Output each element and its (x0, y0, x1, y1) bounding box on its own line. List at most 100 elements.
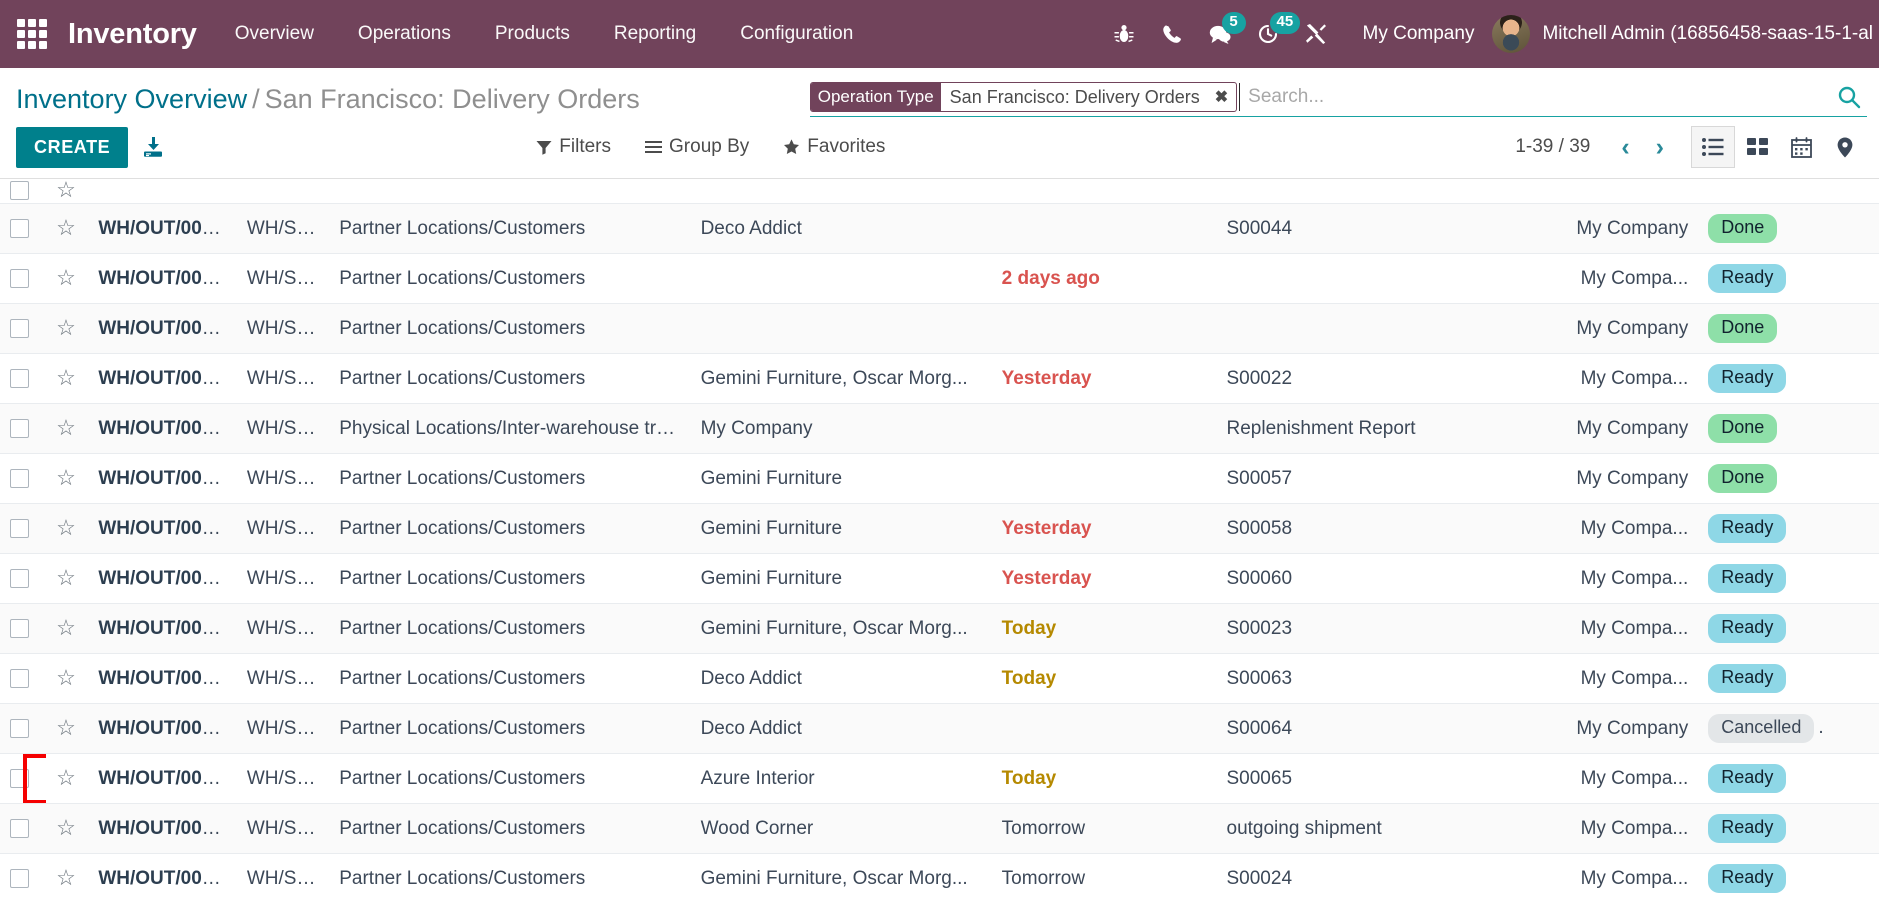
row-checkbox[interactable] (10, 718, 29, 738)
row-star-cell[interactable]: ☆ (46, 853, 89, 901)
filters-dropdown[interactable]: Filters (536, 136, 611, 158)
row-star-cell[interactable]: ☆ (46, 653, 89, 704)
row-checkbox[interactable] (10, 418, 29, 438)
row-reference-cell[interactable]: WH/OUT/00034 (88, 453, 237, 504)
company-switcher[interactable]: My Company (1339, 23, 1493, 45)
menu-reporting[interactable]: Reporting (592, 0, 718, 68)
reference-label[interactable]: WH/OUT/00035 (98, 518, 233, 539)
phone-icon[interactable] (1149, 0, 1195, 68)
reference-label[interactable]: WH/OUT/00033 (98, 418, 233, 439)
star-icon[interactable]: ☆ (56, 866, 76, 889)
favorites-dropdown[interactable]: Favorites (783, 136, 885, 158)
row-reference-cell[interactable]: WH/OUT/00030 (88, 203, 237, 254)
star-icon[interactable]: ☆ (56, 666, 76, 689)
row-star-cell[interactable]: ☆ (46, 753, 89, 804)
table-row[interactable]: ☆ WH/OUT/00016 WH/Stock Partner Locations/C… (0, 853, 1879, 901)
facet-remove-icon[interactable]: ✖ (1207, 83, 1236, 111)
reference-label[interactable]: WH/OUT/00030 (98, 218, 233, 239)
row-reference-cell[interactable]: WH/OUT/00014 (88, 353, 237, 404)
row-star-cell[interactable]: ☆ (46, 203, 89, 254)
table-row[interactable]: ☆ WH/OUT/00035 WH/Stock Partner Locations/C… (0, 503, 1879, 554)
table-row[interactable]: ☆ WH/OUT/00034 WH/Stock Partner Locations/C… (0, 453, 1879, 504)
row-star-cell[interactable]: ☆ (46, 553, 89, 604)
row-checkbox[interactable] (10, 618, 29, 638)
row-reference-cell[interactable]: WH/OUT/00005 (88, 803, 237, 854)
pager-previous-button[interactable]: ‹ (1608, 134, 1642, 160)
star-icon[interactable]: ☆ (56, 366, 76, 389)
user-menu[interactable]: Mitchell Admin (16856458-saas-15-1-al (1492, 15, 1879, 53)
row-checkbox[interactable] (10, 518, 29, 538)
row-checkbox-cell[interactable] (0, 853, 47, 901)
row-checkbox[interactable] (10, 869, 29, 889)
row-checkbox-cell[interactable] (0, 453, 47, 504)
row-reference-cell[interactable]: WH/OUT/00032 (88, 303, 237, 354)
table-row[interactable]: ☆ WH/OUT/00033 WH/Stock Physical Locations/… (0, 403, 1879, 454)
star-icon[interactable]: ☆ (56, 216, 76, 239)
reference-label[interactable]: WH/OUT/00031 (98, 268, 233, 289)
star-icon[interactable]: ☆ (56, 766, 76, 789)
row-star-cell[interactable]: ☆ (46, 603, 89, 654)
row-reference-cell[interactable]: WH/OUT/00031 (88, 253, 237, 304)
create-button[interactable]: CREATE (16, 126, 129, 168)
table-row[interactable]: ☆ WH/OUT/00041 WH/Stock Partner Locations/C… (0, 753, 1879, 804)
row-checkbox-cell[interactable] (0, 803, 47, 854)
bug-icon[interactable] (1101, 0, 1147, 68)
row-checkbox-cell[interactable] (0, 179, 46, 204)
row-star-cell[interactable]: ☆ (46, 403, 89, 454)
calendar-view-button[interactable] (1779, 126, 1823, 168)
row-reference-cell[interactable]: WH/OUT/00016 (88, 853, 237, 901)
reference-label[interactable]: WH/OUT/00014 (98, 368, 233, 389)
reference-label[interactable]: WH/OUT/00032 (98, 318, 233, 339)
star-icon[interactable]: ☆ (56, 266, 76, 289)
star-icon[interactable]: ☆ (56, 466, 76, 489)
search-facet-operation-type[interactable]: Operation Type San Francisco: Delivery O… (809, 82, 1238, 112)
star-icon[interactable]: ☆ (56, 179, 76, 201)
row-checkbox[interactable] (10, 568, 29, 588)
row-checkbox-cell[interactable] (0, 403, 47, 454)
reference-label[interactable]: WH/OUT/00016 (98, 868, 233, 889)
star-icon[interactable]: ☆ (56, 416, 76, 439)
row-checkbox-cell[interactable] (0, 553, 47, 604)
list-view-button[interactable] (1691, 126, 1735, 168)
kanban-view-button[interactable] (1735, 126, 1779, 168)
table-row[interactable]: ☆ WH/OUT/00030 WH/Stock Partner Locations/C… (0, 203, 1879, 254)
row-checkbox-cell[interactable] (0, 653, 47, 704)
row-checkbox[interactable] (10, 318, 29, 338)
groupby-dropdown[interactable]: Group By (645, 136, 749, 158)
reference-label[interactable]: WH/OUT/00034 (98, 468, 233, 489)
reference-label[interactable]: WH/OUT/00037 (98, 568, 233, 589)
table-row-partial-top[interactable]: ☆ (0, 179, 1879, 204)
reference-label[interactable]: WH/OUT/00039 (98, 668, 233, 689)
table-row[interactable]: ☆ WH/OUT/00040 WH/Stock Partner Locations/C… (0, 703, 1879, 754)
reference-label[interactable]: WH/OUT/00005 (98, 818, 233, 839)
table-row[interactable]: ☆ WH/OUT/00037 WH/Stock Partner Locations/C… (0, 553, 1879, 604)
row-checkbox-cell[interactable] (0, 303, 47, 354)
pager-next-button[interactable]: › (1643, 134, 1677, 160)
row-reference-cell[interactable]: WH/OUT/00039 (88, 653, 237, 704)
menu-operations[interactable]: Operations (336, 0, 473, 68)
row-reference-cell[interactable]: WH/OUT/00035 (88, 503, 237, 554)
row-star-cell[interactable]: ☆ (46, 503, 89, 554)
table-row[interactable]: ☆ WH/OUT/00039 WH/Stock Partner Locations/C… (0, 653, 1879, 704)
table-row[interactable]: ☆ WH/OUT/00032 WH/Stock Partner Locations/C… (0, 303, 1879, 354)
row-checkbox[interactable] (10, 268, 29, 288)
star-icon[interactable]: ☆ (56, 516, 76, 539)
table-row[interactable]: ☆ WH/OUT/00015 WH/Stock Partner Locations/C… (0, 603, 1879, 654)
reference-label[interactable]: WH/OUT/00015 (98, 618, 233, 639)
star-icon[interactable]: ☆ (56, 616, 76, 639)
row-checkbox-cell[interactable] (0, 253, 47, 304)
star-icon[interactable]: ☆ (56, 816, 76, 839)
row-checkbox-cell[interactable] (0, 203, 47, 254)
menu-products[interactable]: Products (473, 0, 592, 68)
table-row[interactable]: ☆ WH/OUT/00031 WH/Stock Partner Locations/C… (0, 253, 1879, 304)
row-star-cell[interactable]: ☆ (46, 253, 89, 304)
breadcrumb-inventory-overview[interactable]: Inventory Overview (16, 84, 247, 114)
row-reference-cell[interactable]: WH/OUT/00041 (88, 753, 237, 804)
reference-label[interactable]: WH/OUT/00040 (98, 718, 233, 739)
row-checkbox-cell[interactable] (0, 753, 47, 804)
row-star-cell[interactable]: ☆ (46, 703, 89, 754)
search-input[interactable] (1240, 86, 1827, 108)
table-row[interactable]: ☆ WH/OUT/00014 WH/Stock Partner Locations/C… (0, 353, 1879, 404)
reference-label[interactable]: WH/OUT/00041 (98, 768, 233, 789)
star-icon[interactable]: ☆ (56, 316, 76, 339)
